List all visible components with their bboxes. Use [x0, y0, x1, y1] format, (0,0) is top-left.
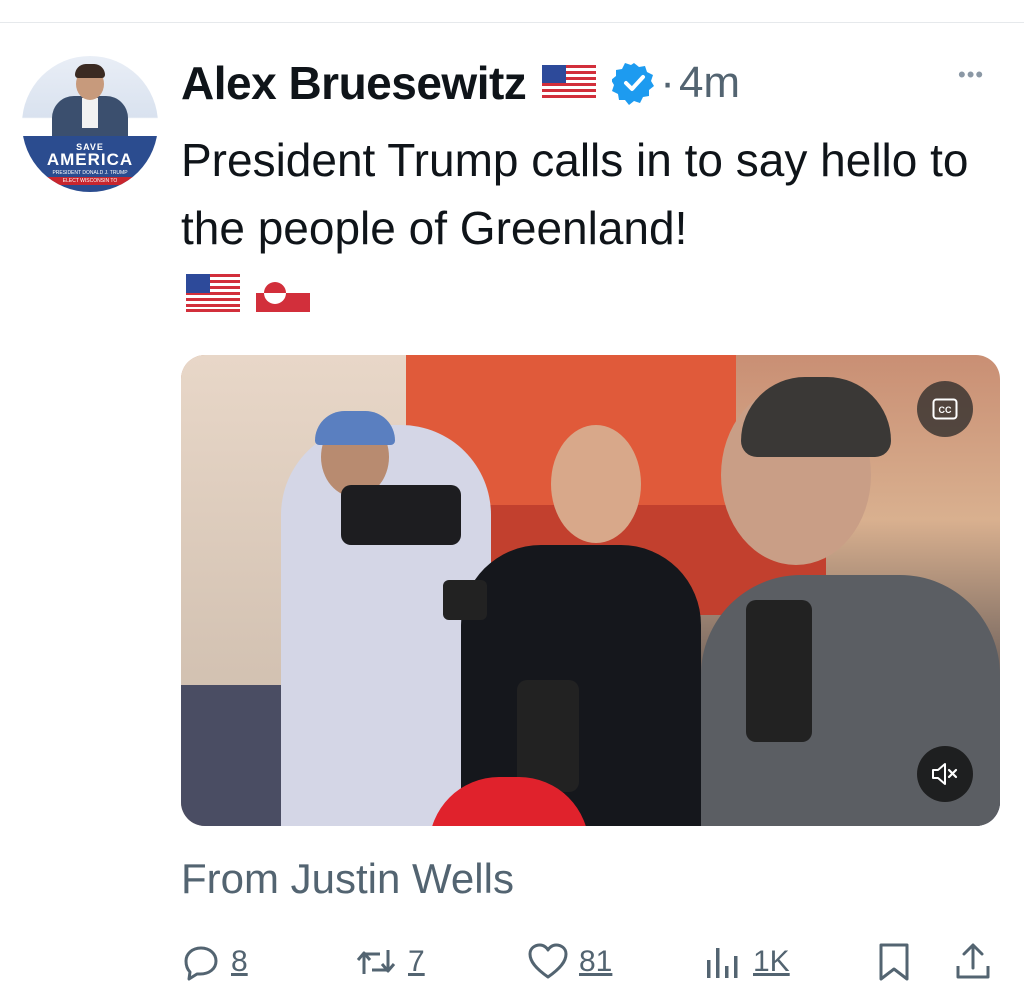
reply-button[interactable]: 8	[181, 940, 248, 984]
avatar-shirt	[82, 98, 98, 128]
retweet-icon	[356, 950, 396, 974]
share-icon	[956, 943, 990, 979]
author-name[interactable]: Alex Bruesewitz	[181, 56, 527, 110]
tweet-text: President Trump calls in to say hello to…	[181, 134, 969, 254]
unmute-button[interactable]	[917, 746, 973, 802]
avatar-sign-main: AMERICA	[46, 150, 134, 169]
muted-speaker-icon	[932, 763, 958, 785]
avatar-sign-strip: ELECT WISCONSIN TO	[22, 177, 158, 185]
retweet-count: 7	[408, 945, 425, 978]
emoji-flags	[186, 274, 310, 312]
reply-icon	[184, 946, 218, 981]
more-options-icon[interactable]: •••	[958, 62, 984, 88]
verified-badge-icon	[612, 63, 655, 105]
video-person-center-head	[551, 425, 641, 543]
tweet-header: Alex Bruesewitz · 4m	[181, 56, 740, 110]
bookmark-button[interactable]	[876, 940, 912, 984]
us-flag-icon	[186, 274, 240, 312]
views-button[interactable]: 1K	[703, 940, 790, 984]
reply-count: 8	[231, 945, 248, 978]
like-count: 81	[579, 945, 613, 978]
us-flag-icon	[542, 65, 597, 101]
avatar-sign: SAVE AMERICA PRESIDENT DONALD J. TRUMP E…	[22, 136, 158, 192]
captions-label: CC	[939, 405, 952, 415]
captions-icon: CC	[932, 398, 958, 420]
bookmark-icon	[879, 943, 909, 981]
video-person-photographer-cap	[315, 411, 395, 445]
heart-icon	[528, 943, 568, 979]
phone-icon	[443, 580, 487, 620]
video-player[interactable]: CC	[181, 355, 1000, 826]
time-separator: ·	[660, 58, 675, 107]
phone-icon	[746, 600, 812, 742]
like-button[interactable]: 81	[527, 940, 612, 984]
analytics-icon	[707, 948, 738, 978]
video-person-right-hair	[741, 377, 891, 457]
avatar[interactable]: SAVE AMERICA PRESIDENT DONALD J. TRUMP E…	[22, 56, 158, 192]
phone-icon	[517, 680, 579, 792]
avatar-sign-sub: PRESIDENT DONALD J. TRUMP	[52, 170, 128, 176]
top-divider	[0, 22, 1024, 23]
captions-button[interactable]: CC	[917, 381, 973, 437]
retweet-button[interactable]: 7	[354, 940, 425, 984]
views-count: 1K	[753, 945, 790, 978]
share-button[interactable]	[953, 940, 993, 984]
avatar-hair	[75, 64, 105, 78]
greenland-flag-icon	[256, 274, 310, 312]
tweet-timestamp[interactable]: 4m	[679, 58, 740, 108]
action-bar: 8 7 81 1K	[181, 940, 1001, 984]
camera-icon	[341, 485, 461, 545]
media-attribution[interactable]: From Justin Wells	[181, 855, 514, 903]
